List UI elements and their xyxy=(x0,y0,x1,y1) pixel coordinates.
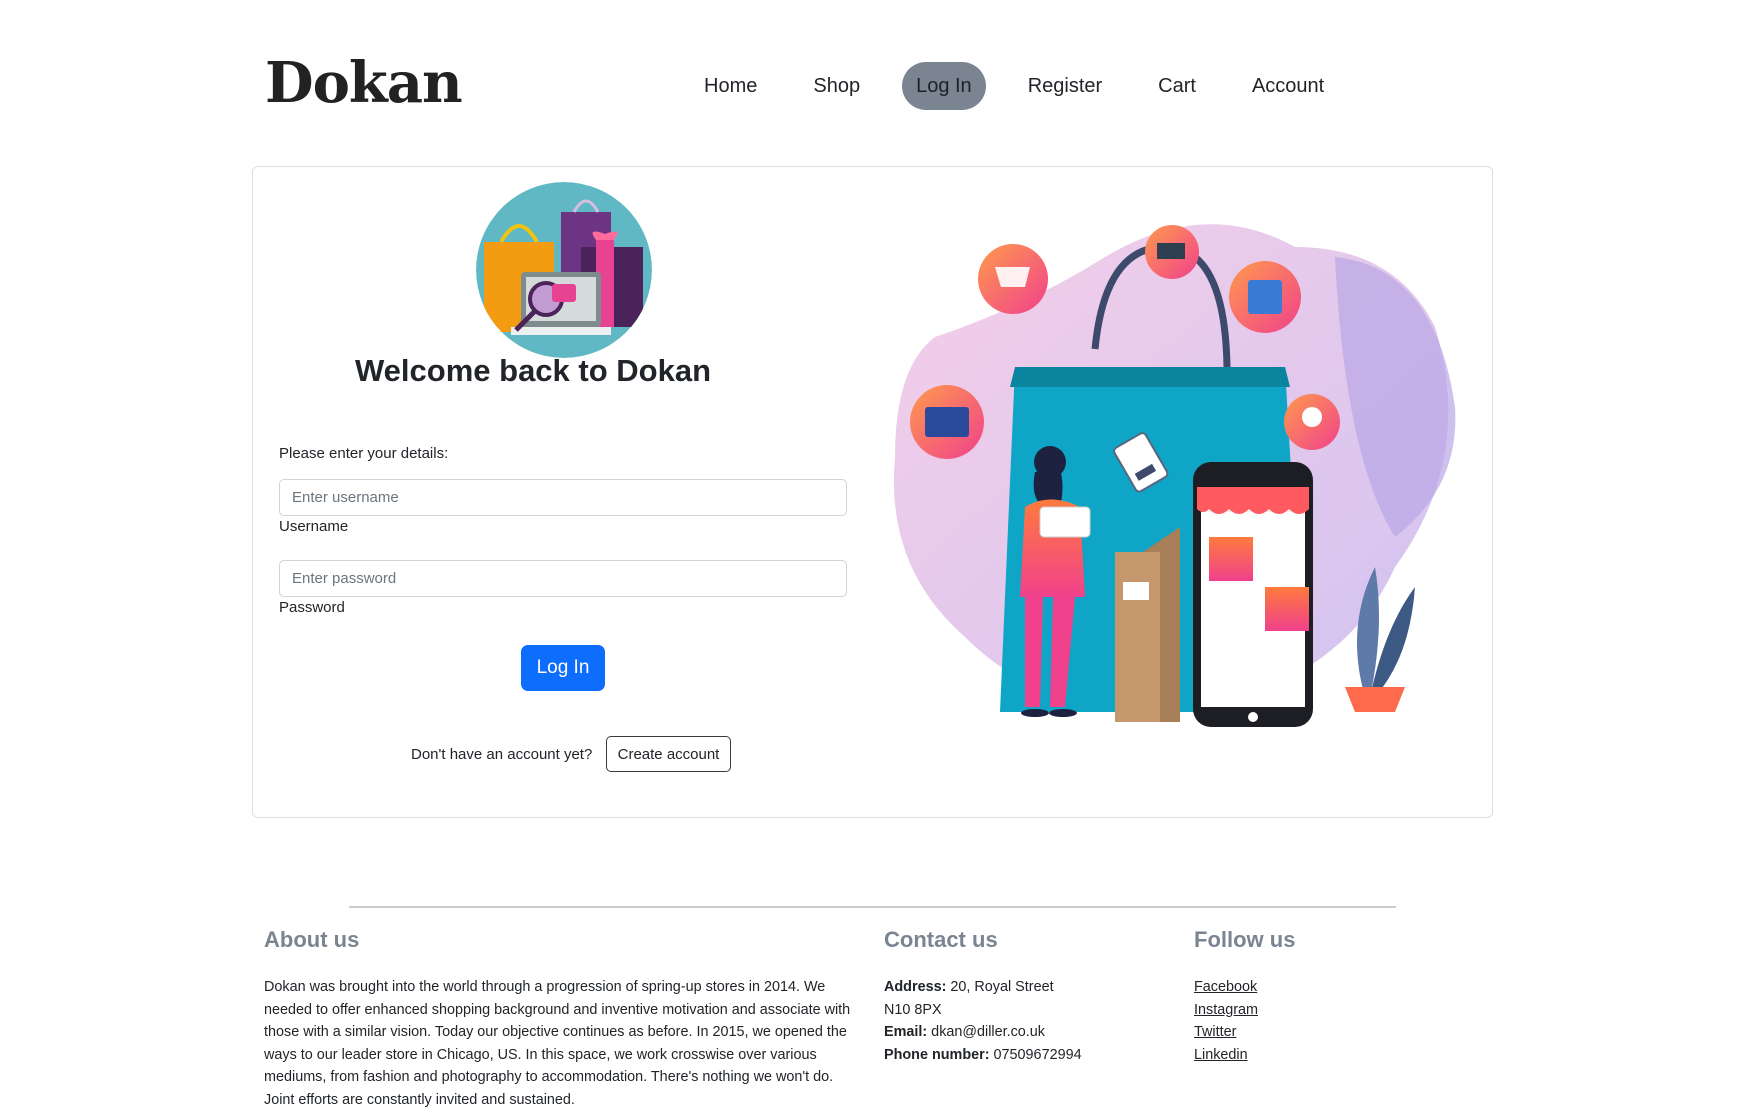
email-label: Email: xyxy=(884,1024,928,1041)
nav-account[interactable]: Account xyxy=(1238,62,1338,110)
contact-phone: Phone number: 07509672994 xyxy=(884,1044,1082,1067)
contact-info: Address: 20, Royal Street N10 8PX Email:… xyxy=(884,976,1082,1066)
site-logo[interactable]: Dokan xyxy=(265,50,463,116)
nav-home[interactable]: Home xyxy=(690,62,771,110)
social-links: Facebook Instagram Twitter Linkedin xyxy=(1194,976,1258,1066)
facebook-link[interactable]: Facebook xyxy=(1194,976,1258,999)
twitter-link[interactable]: Twitter xyxy=(1194,1021,1258,1044)
instagram-link[interactable]: Instagram xyxy=(1194,999,1258,1022)
contact-heading: Contact us xyxy=(884,927,998,952)
about-text: Dokan was brought into the world through… xyxy=(264,979,851,1108)
login-card: Welcome back to Dokan Please enter your … xyxy=(252,166,1493,818)
main-nav: Home Shop Log In Register Cart Account xyxy=(690,62,1338,110)
contact-address: Address: 20, Royal Street xyxy=(884,976,1082,999)
nav-cart[interactable]: Cart xyxy=(1144,62,1210,110)
create-account-button[interactable]: Create account xyxy=(606,736,731,772)
address-line2: N10 8PX xyxy=(884,1001,942,1018)
username-label: Username xyxy=(279,518,349,535)
details-prompt: Please enter your details: xyxy=(279,445,449,462)
phone-value: 07509672994 xyxy=(989,1046,1082,1063)
contact-email: Email: dkan@diller.co.uk xyxy=(884,1021,1082,1044)
linkedin-link[interactable]: Linkedin xyxy=(1194,1044,1258,1067)
follow-heading: Follow us xyxy=(1194,927,1296,952)
shopping-avatar-image xyxy=(476,182,652,358)
shopping-illustration xyxy=(875,207,1475,782)
address-line1: 20, Royal Street xyxy=(946,979,1054,995)
login-button[interactable]: Log In xyxy=(521,645,605,691)
password-input[interactable] xyxy=(279,560,847,597)
username-input[interactable] xyxy=(279,479,847,516)
nav-register[interactable]: Register xyxy=(1014,62,1116,110)
about-heading: About us xyxy=(264,927,360,952)
welcome-heading: Welcome back to Dokan xyxy=(354,353,712,388)
no-account-text: Don't have an account yet? xyxy=(411,746,593,763)
password-label: Password xyxy=(279,599,345,616)
nav-login[interactable]: Log In xyxy=(902,62,986,110)
email-value: dkan@diller.co.uk xyxy=(927,1024,1045,1041)
address-label: Address: xyxy=(884,979,947,995)
phone-label: Phone number: xyxy=(884,1046,990,1063)
footer-divider xyxy=(349,906,1396,908)
nav-shop[interactable]: Shop xyxy=(799,62,874,110)
